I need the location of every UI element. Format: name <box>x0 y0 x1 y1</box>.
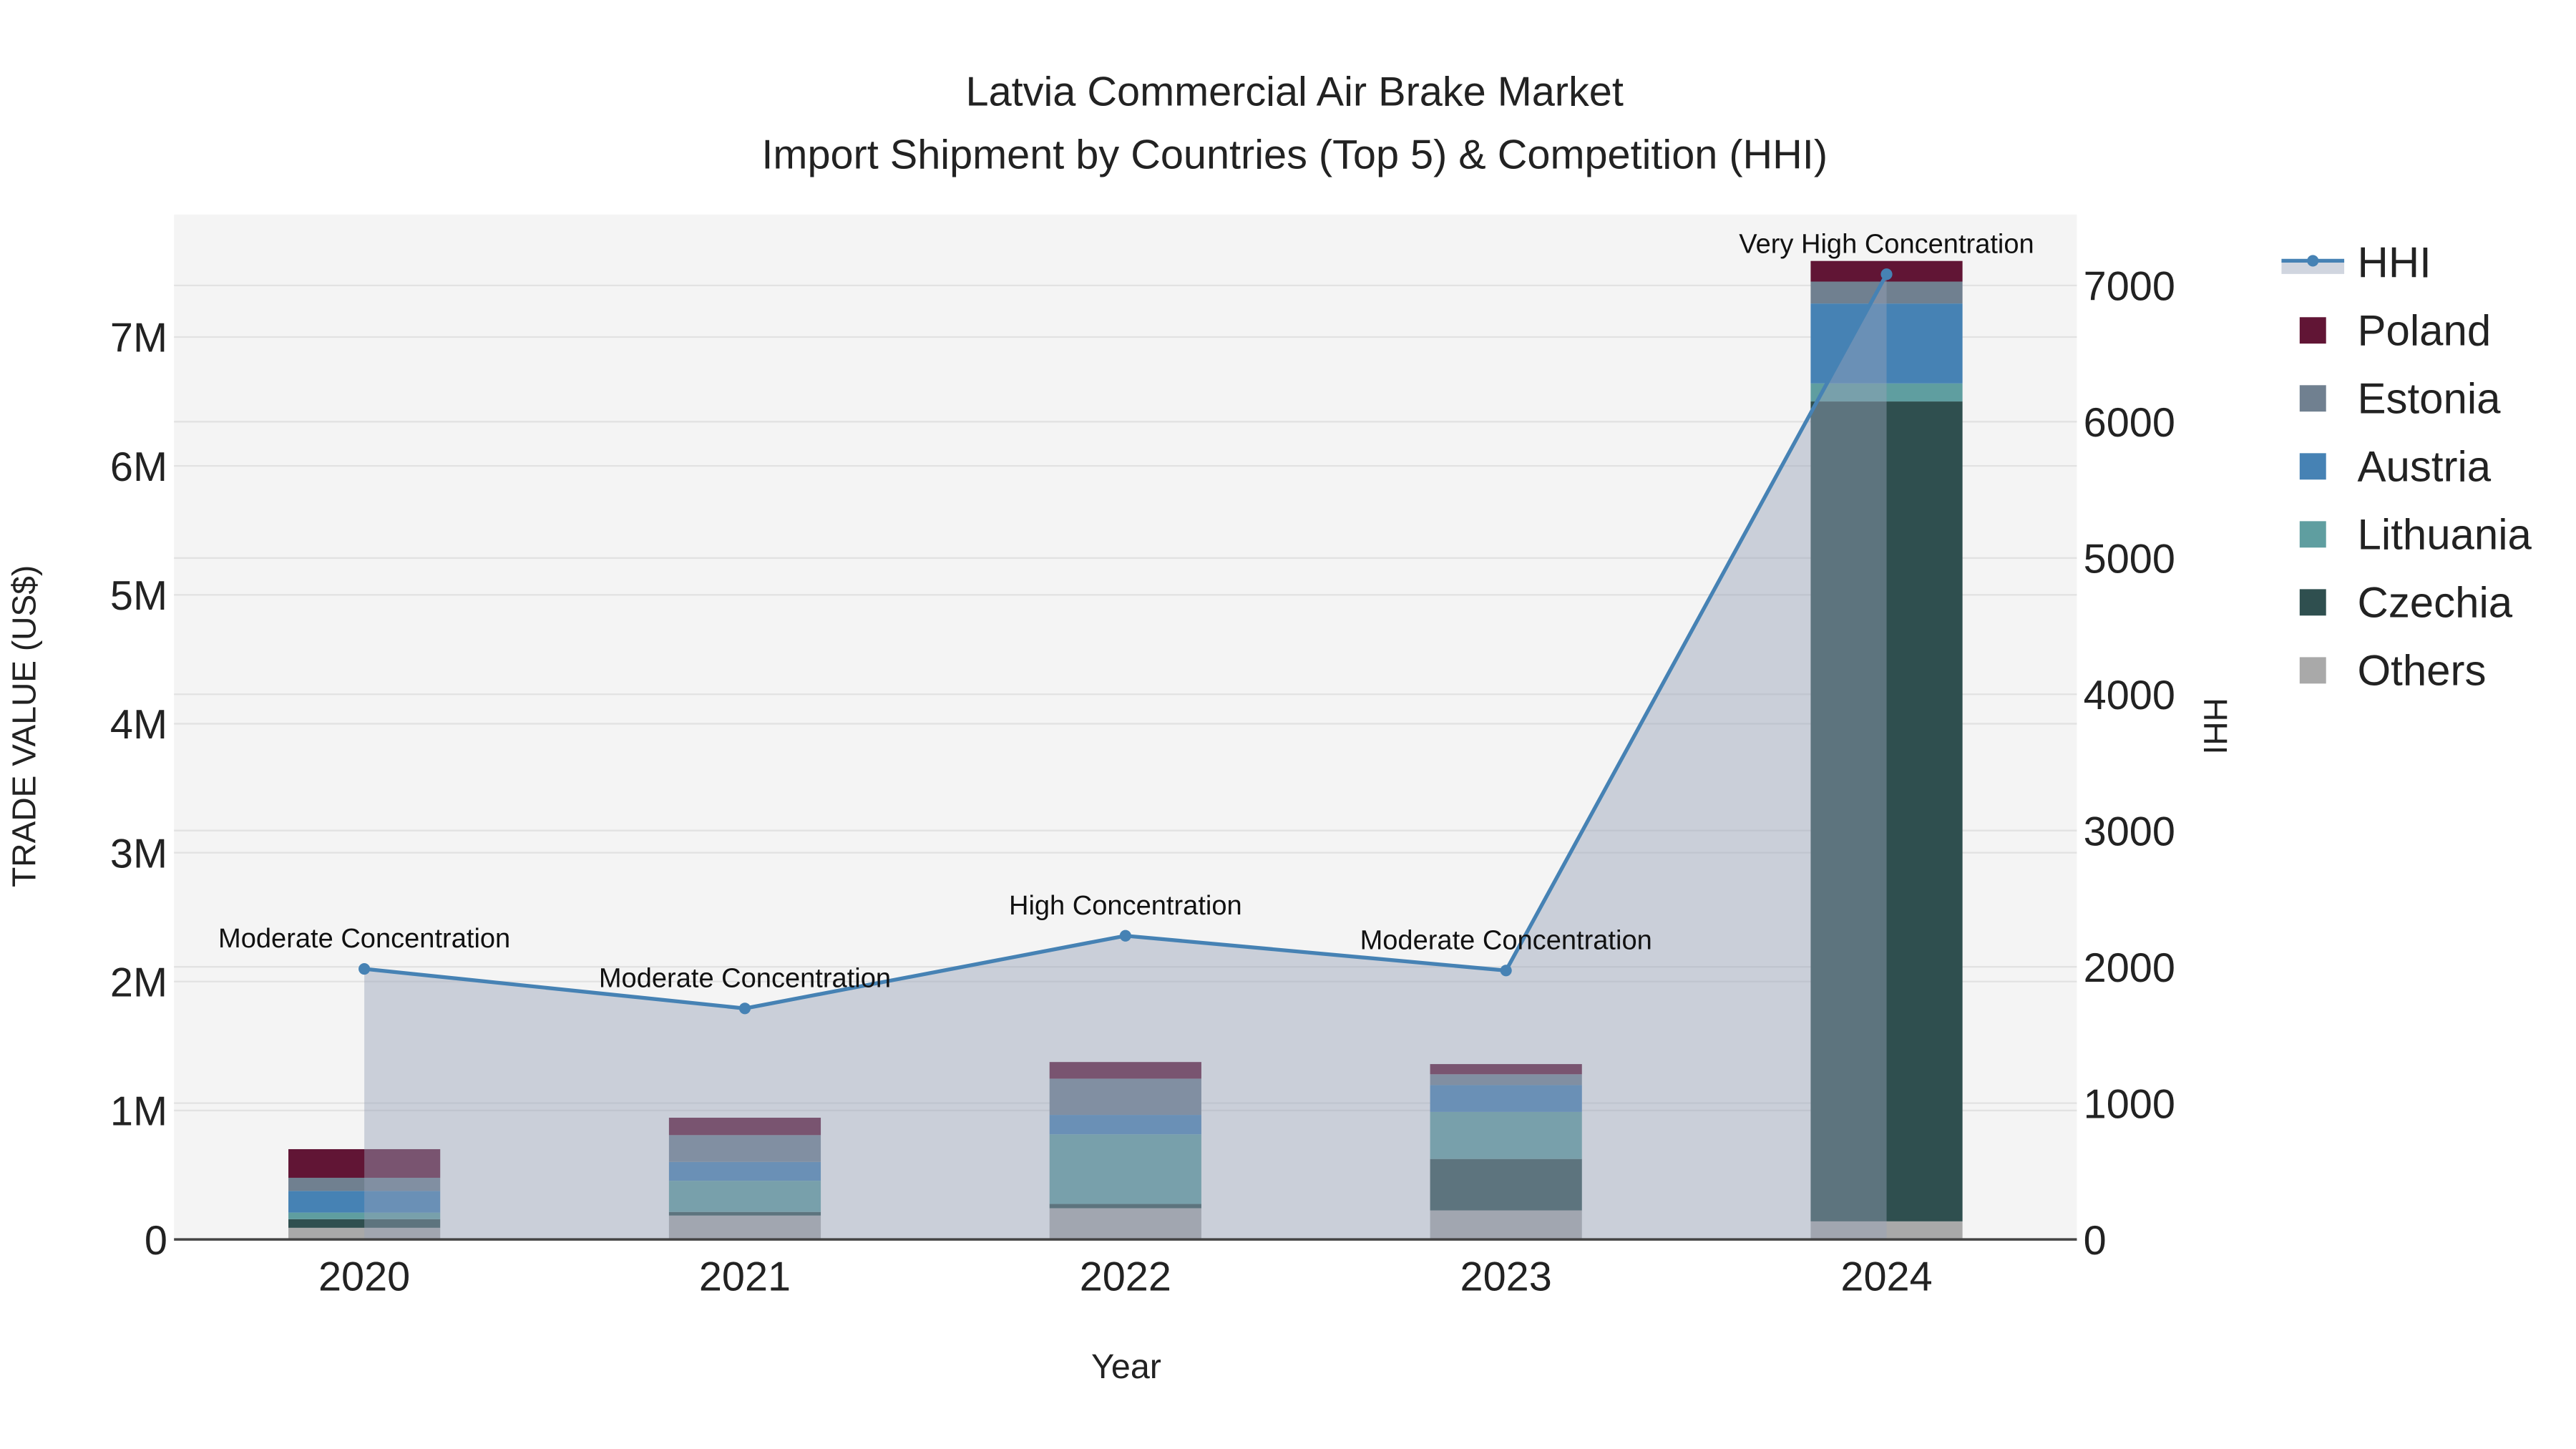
chart: Latvia Commercial Air Brake Market Impor… <box>5 69 2532 1386</box>
x-axis-label: Year <box>1091 1347 1161 1386</box>
y2-tick-label: 3000 <box>2084 809 2175 854</box>
y-tick-label: 7M <box>110 316 167 361</box>
x-axis-ticks: 2020 2021 2022 2023 2024 <box>318 1254 1933 1300</box>
y2-axis-label: HHI <box>2197 698 2234 754</box>
y2-tick-label: 0 <box>2084 1218 2107 1264</box>
y2-tick-label: 4000 <box>2084 673 2175 718</box>
y2-axis-ticks: 0 1000 2000 3000 4000 5000 6000 7000 <box>2084 264 2175 1264</box>
legend-swatch-lithuania <box>2299 521 2326 548</box>
y2-tick-label: 6000 <box>2084 400 2175 446</box>
y-tick-label: 4M <box>110 702 167 748</box>
legend-swatch-estonia <box>2299 385 2326 412</box>
hhi-point <box>1119 930 1131 942</box>
x-tick-label: 2020 <box>318 1254 410 1300</box>
y-tick-label: 5M <box>110 573 167 619</box>
y-tick-label: 1M <box>110 1089 167 1135</box>
y2-tick-label: 1000 <box>2084 1081 2175 1127</box>
y-tick-label: 2M <box>110 960 167 1006</box>
y-tick-label: 0 <box>145 1218 167 1264</box>
legend-label-czechia: Czechia <box>2358 579 2513 627</box>
x-tick-label: 2021 <box>699 1254 791 1300</box>
legend-swatch-czechia <box>2299 589 2326 616</box>
hhi-annotation: Moderate Concentration <box>1360 925 1652 955</box>
legend-swatch-poland <box>2299 317 2326 344</box>
y-tick-label: 3M <box>110 831 167 877</box>
hhi-annotation: Very High Concentration <box>1739 229 2034 259</box>
y2-tick-label: 7000 <box>2084 264 2175 310</box>
x-tick-label: 2022 <box>1080 1254 1171 1300</box>
legend-label-poland: Poland <box>2358 306 2492 354</box>
hhi-point <box>738 1002 751 1015</box>
y2-tick-label: 2000 <box>2084 945 2175 991</box>
legend-label-others: Others <box>2358 647 2487 695</box>
legend-swatch-austria <box>2299 453 2326 480</box>
legend-label-hhi: HHI <box>2358 238 2431 286</box>
legend-label-lithuania: Lithuania <box>2358 511 2532 559</box>
x-tick-label: 2023 <box>1460 1254 1552 1300</box>
hhi-annotation: Moderate Concentration <box>218 924 510 954</box>
y-tick-label: 6M <box>110 444 167 490</box>
hhi-annotation: High Concentration <box>1009 891 1242 921</box>
x-tick-label: 2024 <box>1840 1254 1932 1300</box>
hhi-point <box>358 962 371 975</box>
bar-estonia <box>1810 281 1963 304</box>
y-axis-ticks: 0 1M 2M 3M 4M 5M 6M 7M <box>110 316 167 1264</box>
chart-title: Latvia Commercial Air Brake Market <box>966 69 1624 115</box>
hhi-annotation: Moderate Concentration <box>599 963 891 993</box>
y2-tick-label: 5000 <box>2084 537 2175 582</box>
legend-label-estonia: Estonia <box>2358 375 2502 423</box>
legend-swatch-hhi-marker <box>2307 255 2319 267</box>
chart-subtitle: Import Shipment by Countries (Top 5) & C… <box>761 132 1828 177</box>
hhi-point <box>1880 268 1893 280</box>
legend-swatch-others <box>2299 657 2326 684</box>
y-axis-label: TRADE VALUE (US$) <box>5 565 42 887</box>
legend-label-austria: Austria <box>2358 443 2492 491</box>
hhi-point <box>1500 965 1512 977</box>
legend: HHI Poland Estonia Austria Lithuania Czechia O… <box>2281 238 2532 695</box>
